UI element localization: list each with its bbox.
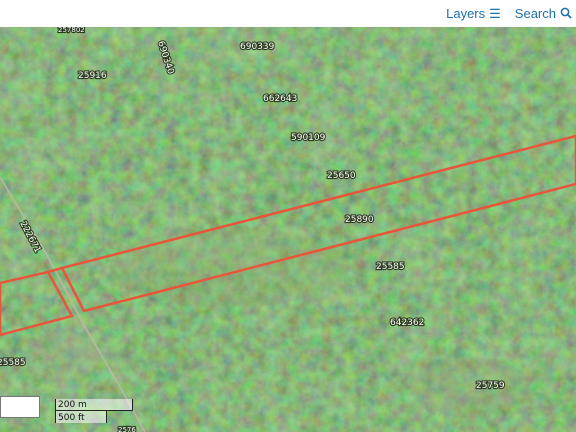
search-button[interactable]: Search <box>515 6 572 21</box>
scale-metric-label: 200 m <box>58 400 87 410</box>
parcel-label: 25650 <box>327 171 356 181</box>
hamburger-icon: ☰ <box>489 6 501 21</box>
parcel-label: 25916 <box>78 71 107 81</box>
aerial-map[interactable]: 257802 690339 25916 690340 662643 590109… <box>0 27 576 432</box>
parcel-label: 662643 <box>263 94 297 104</box>
layers-label: Layers <box>446 6 486 21</box>
parcel-label: 642362 <box>390 318 424 328</box>
parcel-label: 590109 <box>291 133 326 143</box>
scale-imperial-label: 500 ft <box>58 413 85 423</box>
layers-button[interactable]: Layers ☰ <box>446 6 501 21</box>
parcel-label: 25585 <box>0 358 26 368</box>
parcel-label: 25759 <box>476 381 505 391</box>
search-icon <box>560 7 572 21</box>
aerial-imagery: 257802 690339 25916 690340 662643 590109… <box>0 27 576 432</box>
parcel-label: 25585 <box>376 262 405 272</box>
map-toolbar: Layers ☰ Search <box>0 0 576 27</box>
parcel-label: 2576 <box>118 426 136 432</box>
parcel-label: 690339 <box>240 42 275 52</box>
parcel-label: 25890 <box>345 215 374 225</box>
scale-swatch <box>0 396 40 418</box>
parcel-label: 257802 <box>58 27 85 34</box>
search-label: Search <box>514 6 556 21</box>
